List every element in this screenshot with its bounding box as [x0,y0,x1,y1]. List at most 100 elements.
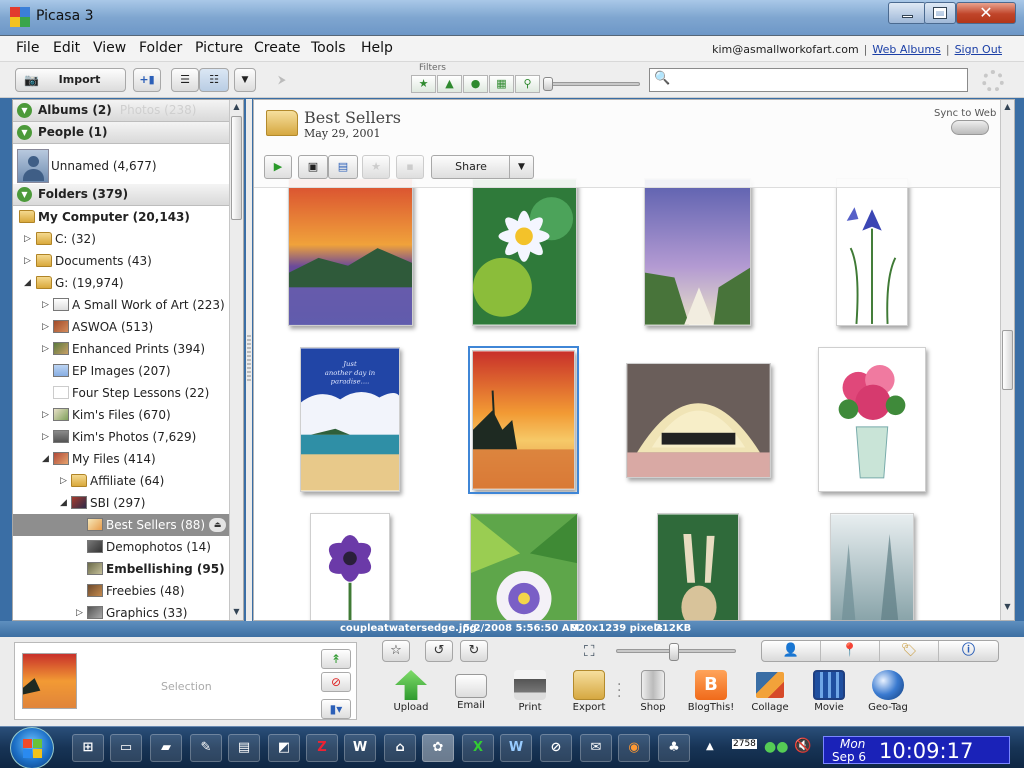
tree-item-g-drive[interactable]: ◢ G: (19,974) [13,272,231,294]
tags-button[interactable]: 🏷 [880,641,939,661]
places-button[interactable]: 📍 [821,641,880,661]
photo-rabbit[interactable] [657,513,739,621]
tree-item-best-sellers[interactable]: Best Sellers (88) ⏏ [13,514,231,536]
tray-volume-icon[interactable]: 🔇 [794,738,811,754]
collage-button[interactable]: Collage [740,670,800,713]
library-scroll-thumb[interactable] [231,116,242,220]
scroll-down-arrow-icon[interactable]: ▼ [230,605,243,619]
scroll-up-arrow-icon[interactable]: ▲ [1001,100,1014,114]
tree-item-sbi[interactable]: ◢ SBI (297) [13,492,231,514]
taskbar-network-icon[interactable]: ⊞ [72,734,104,762]
taskbar-picasa-icon[interactable]: ✿ [422,734,454,762]
chevron-down-icon[interactable]: ▼ [509,156,533,178]
photo-passion-flower[interactable] [470,513,578,621]
filter-geotagged-button[interactable]: ⚲ [515,75,540,93]
tray-messenger-icon[interactable]: ●● [764,739,788,755]
slideshow-settings-button[interactable]: ▣ [298,155,328,179]
tree-item-graphics[interactable]: ▷ Graphics (33) [13,602,231,620]
photo-grid-scrollbar[interactable]: ▲ ▼ [1000,100,1014,620]
photo-daisy[interactable] [472,178,577,326]
search-input[interactable] [672,71,962,89]
tree-item-demophotos[interactable]: Demophotos (14) [13,536,231,558]
tree-item-kims-files[interactable]: ▷ Kim's Files (670) [13,404,231,426]
rotate-right-button[interactable]: ↻ [460,640,488,662]
view-dropdown-button[interactable]: ▼ [234,68,256,92]
albums-section-header[interactable]: ▼ Albums (2) Photos (238) [13,100,231,122]
tree-view-button[interactable]: ☷ [199,68,229,92]
library-scrollbar[interactable]: ▲ ▼ [229,100,243,620]
filter-uploaded-button[interactable]: ▲ [437,75,462,93]
photo-flower-vase[interactable] [818,347,926,492]
properties-button[interactable]: ⓘ [939,641,998,661]
hold-selection-button[interactable]: ↟ [321,649,351,669]
photo-beach-path[interactable] [644,178,751,326]
export-album-button[interactable]: ▤ [328,155,358,179]
blogthis-button[interactable]: B BlogThis! [681,670,741,713]
add-to-album-button[interactable]: ▮▾ [321,699,351,719]
unnamed-person-row[interactable]: Unnamed (4,677) [13,145,231,189]
tree-item-embellishing[interactable]: Embellishing (95) [13,558,231,580]
rotate-left-button[interactable]: ↺ [425,640,453,662]
list-view-button[interactable]: ☰ [171,68,199,92]
play-slideshow-button[interactable]: ▶ [264,155,292,179]
close-button[interactable]: ✕ [956,2,1016,24]
expand-arrow-icon[interactable]: ▷ [42,426,49,448]
panel-splitter[interactable] [246,99,252,621]
taskbar-excel-icon[interactable]: X [462,734,494,762]
clear-selection-button[interactable]: ⊘ [321,672,351,692]
movie-button[interactable]: Movie [799,670,859,713]
photo-couple-at-waters-edge[interactable] [468,346,579,494]
menu-tools[interactable]: Tools [311,40,346,56]
tree-item-affiliate[interactable]: ▷ Affiliate (64) [13,470,231,492]
sign-out-link[interactable]: Sign Out [955,43,1002,56]
taskbar-filezilla-icon[interactable]: Z [306,734,338,762]
photo-purple-anemone[interactable] [310,513,390,621]
sync-to-web-toggle[interactable] [951,120,989,135]
expand-arrow-icon[interactable]: ▷ [24,250,31,272]
photo-grid-scroll-thumb[interactable] [1002,330,1013,390]
tree-item-c-drive[interactable]: ▷ C: (32) [13,228,231,250]
taskbar-thunderbird-icon[interactable]: ✉ [580,734,612,762]
taskbar-explorer-icon[interactable]: ▭ [110,734,142,762]
menu-edit[interactable]: Edit [53,40,80,56]
menu-file[interactable]: File [16,40,39,56]
add-album-button[interactable]: +▮ [133,68,161,92]
tree-item-my-computer[interactable]: My Computer (20,143) [13,206,231,228]
tree-item-enhanced-prints[interactable]: ▷ Enhanced Prints (394) [13,338,231,360]
expand-arrow-icon[interactable]: ▷ [76,602,83,620]
folders-section-header[interactable]: ▼ Folders (379) [13,184,231,206]
taskbar-word-icon[interactable]: W [500,734,532,762]
people-section-header[interactable]: ▼ People (1) [13,122,231,144]
taskbar-paint-icon[interactable]: ✎ [190,734,222,762]
tree-item-freebies[interactable]: Freebies (48) [13,580,231,602]
eject-icon[interactable]: ⏏ [209,518,226,532]
star-album-button[interactable]: ★ [362,155,390,179]
scroll-up-arrow-icon[interactable]: ▲ [230,100,243,114]
expand-arrow-icon[interactable]: ▷ [42,294,49,316]
menu-view[interactable]: View [93,40,126,56]
collapse-arrow-icon[interactable]: ◢ [42,448,49,470]
taskbar-compass-icon[interactable]: ⊘ [540,734,572,762]
expand-arrow-icon[interactable]: ▷ [42,316,49,338]
menu-help[interactable]: Help [361,40,393,56]
collapse-arrow-icon[interactable]: ◢ [24,272,31,294]
filter-movies-button[interactable]: ▦ [489,75,514,93]
star-photo-button[interactable]: ☆ [382,640,410,662]
tree-item-documents[interactable]: ▷ Documents (43) [13,250,231,272]
expand-arrow-icon[interactable]: ▷ [42,338,49,360]
photo-concert-hall[interactable] [626,363,771,478]
photo-paradise-beach[interactable]: Just another day in paradise.... [300,347,400,492]
tree-item-four-step-lessons[interactable]: Four Step Lessons (22) [13,382,231,404]
web-albums-link[interactable]: Web Albums [872,43,940,56]
email-button[interactable]: Email [441,670,501,711]
filter-faces-button[interactable]: ● [463,75,488,93]
expand-arrow-icon[interactable]: ▷ [24,228,31,250]
taskbar-window-icon[interactable]: ◩ [268,734,300,762]
taskbar-document-icon[interactable]: ▤ [228,734,260,762]
search-field[interactable]: 🔍 [649,68,968,92]
menu-folder[interactable]: Folder [139,40,182,56]
export-button[interactable]: Export [559,670,619,713]
hold-to-zoom-button[interactable]: ⮞ [266,68,298,92]
tree-item-my-files[interactable]: ◢ My Files (414) [13,448,231,470]
taskbar-app-icon[interactable]: ♣ [658,734,690,762]
